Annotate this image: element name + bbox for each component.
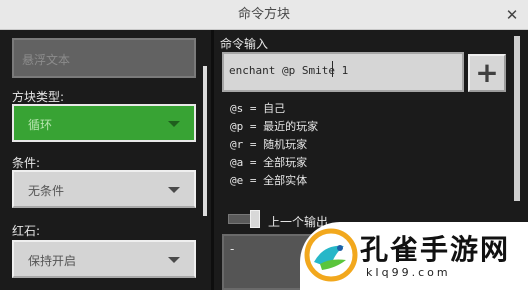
add-command-button[interactable]: + — [468, 54, 506, 92]
peacock-logo-icon — [304, 228, 358, 282]
title-bar: 命令方块 ✕ — [0, 0, 528, 30]
left-panel: 悬浮文本 方块类型: 循环 条件: 无条件 红石: 保持开启 — [0, 30, 212, 290]
watermark-title: 孔雀手游网 — [360, 233, 511, 266]
block-type-value: 循环 — [28, 118, 53, 132]
watermark-url: kIq99.com — [366, 266, 451, 279]
selector-help-line: @e = 全部实体 — [230, 174, 308, 187]
hover-text-input[interactable]: 悬浮文本 — [12, 38, 196, 78]
close-icon[interactable]: ✕ — [502, 5, 522, 25]
command-block-window: 命令方块 ✕ 悬浮文本 方块类型: 循环 条件: 无条件 红石: 保持开启 命令… — [0, 0, 528, 290]
previous-output-toggle[interactable] — [228, 210, 264, 228]
chevron-down-icon — [168, 121, 180, 127]
left-scrollbar[interactable] — [203, 66, 207, 216]
selector-help-line: @a = 全部玩家 — [230, 156, 308, 169]
condition-value: 无条件 — [28, 184, 65, 198]
chevron-down-icon — [168, 257, 180, 263]
redstone-dropdown[interactable]: 保持开启 — [12, 240, 196, 278]
redstone-label: 红石: — [12, 224, 41, 238]
selector-help-line: @s = 自己 — [230, 102, 286, 115]
hover-text-placeholder: 悬浮文本 — [22, 53, 71, 67]
command-input-label: 命令输入 — [220, 37, 269, 51]
block-type-label: 方块类型: — [12, 90, 65, 104]
site-watermark: 孔雀手游网 kIq99.com — [300, 222, 528, 290]
redstone-value: 保持开启 — [28, 254, 77, 268]
plus-icon: + — [475, 56, 499, 89]
command-input[interactable]: enchant @p Smite 1 — [222, 52, 464, 92]
toggle-knob — [250, 210, 260, 228]
selector-help-line: @p = 最近的玩家 — [230, 120, 319, 133]
previous-output-text: - — [230, 242, 235, 256]
command-text: enchant @p Smite 1 — [229, 64, 349, 77]
condition-label: 条件: — [12, 156, 41, 170]
condition-dropdown[interactable]: 无条件 — [12, 170, 196, 208]
text-cursor — [332, 61, 333, 77]
chevron-down-icon — [168, 187, 180, 193]
right-scrollbar[interactable] — [514, 36, 520, 201]
window-title: 命令方块 — [237, 7, 290, 22]
selector-help-line: @r = 随机玩家 — [230, 138, 308, 151]
block-type-dropdown[interactable]: 循环 — [12, 104, 196, 142]
